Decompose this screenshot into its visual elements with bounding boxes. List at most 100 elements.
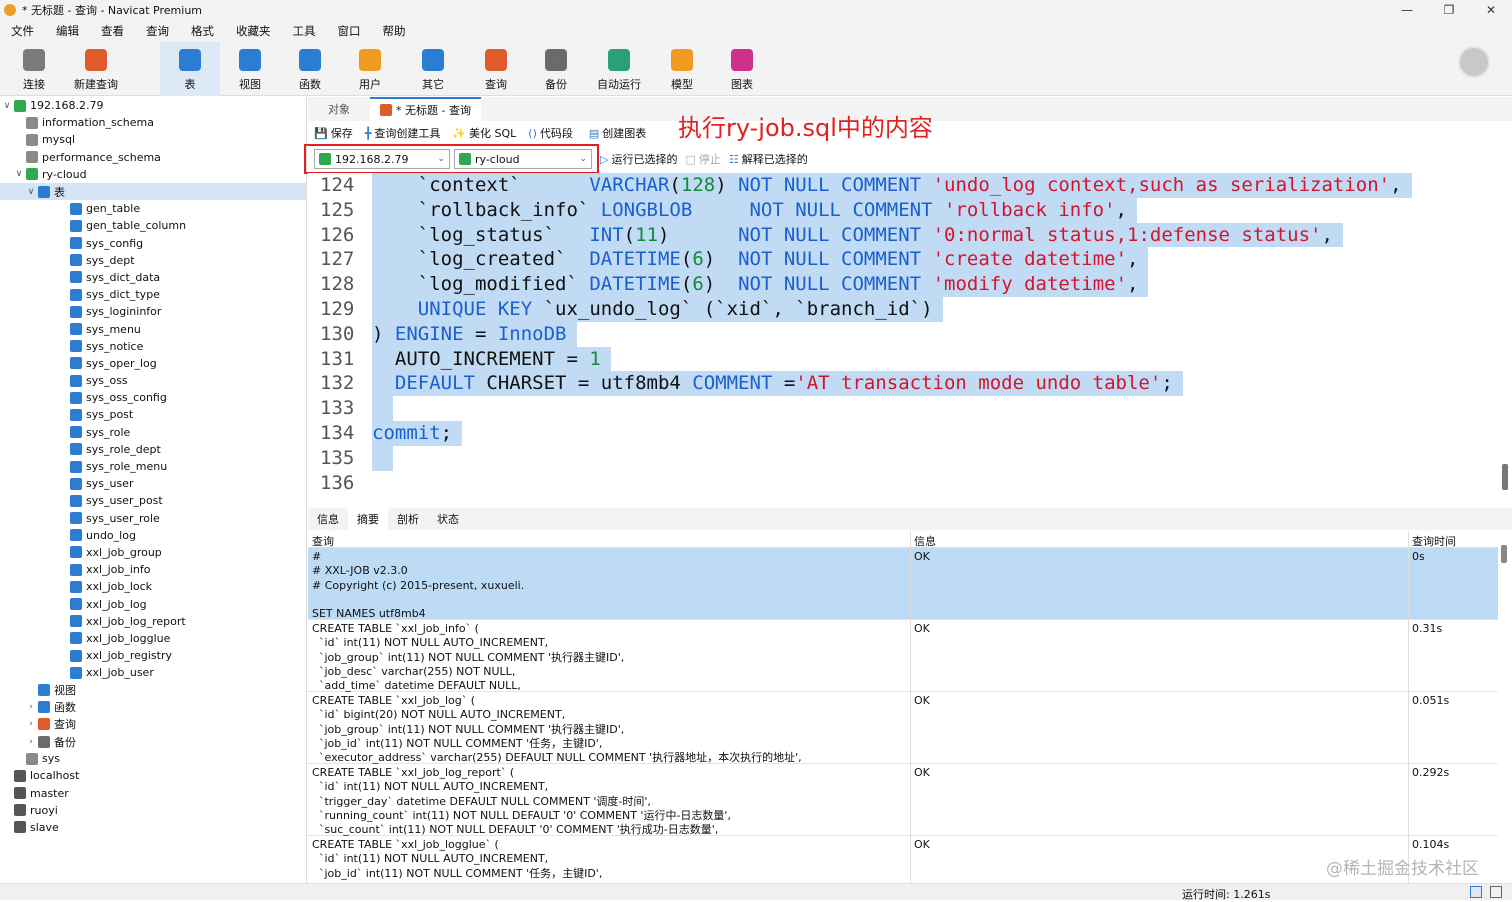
close-button[interactable]: ✕ <box>1470 0 1512 20</box>
tab-objects[interactable]: 对象 <box>308 97 370 121</box>
tree-item-28[interactable]: xxl_job_lock <box>0 578 306 595</box>
tree-item-29[interactable]: xxl_job_log <box>0 595 306 612</box>
chevron-icon[interactable]: ∨ <box>2 101 12 111</box>
result-tab-2[interactable]: 剖析 <box>388 508 428 530</box>
tree-item-27[interactable]: xxl_job_info <box>0 561 306 578</box>
editor-scrollbar[interactable] <box>1502 464 1508 490</box>
tree-item-14[interactable]: sys_notice <box>0 338 306 355</box>
toolbar-button-1[interactable]: 新建查询 <box>64 42 128 96</box>
beautify-sql-button[interactable]: ✨ 美化 SQL <box>446 125 522 141</box>
header-time[interactable]: 查询时间 <box>1412 533 1456 549</box>
create-chart-button[interactable]: ▤ 创建图表 <box>583 125 652 141</box>
tree-item-17[interactable]: sys_oss_config <box>0 389 306 406</box>
toolbar-button-11[interactable]: 图表 <box>712 42 772 96</box>
tree-item-19[interactable]: sys_role <box>0 424 306 441</box>
chevron-icon[interactable]: ∨ <box>14 169 24 179</box>
chevron-icon[interactable]: › <box>26 737 36 747</box>
tree-item-32[interactable]: xxl_job_registry <box>0 647 306 664</box>
toolbar-button-10[interactable]: 模型 <box>652 42 712 96</box>
tree-item-10[interactable]: sys_dict_data <box>0 269 306 286</box>
tree-item-38[interactable]: sys <box>0 750 306 767</box>
menu-item-4[interactable]: 格式 <box>180 23 225 39</box>
query-builder-button[interactable]: ╋ 查询创建工具 <box>359 125 447 141</box>
toolbar-button-2[interactable]: 表 <box>160 42 220 96</box>
snippet-button[interactable]: () 代码段 <box>522 125 579 141</box>
toolbar-button-5[interactable]: 用户 <box>340 42 400 96</box>
tree-item-25[interactable]: undo_log <box>0 527 306 544</box>
tree-item-26[interactable]: xxl_job_group <box>0 544 306 561</box>
tree-item-5[interactable]: ∨ 表 <box>0 182 306 201</box>
tree-item-40[interactable]: master <box>0 785 306 802</box>
menu-item-8[interactable]: 帮助 <box>372 23 417 39</box>
result-tab-1[interactable]: 摘要 <box>348 508 388 530</box>
chevron-icon[interactable]: › <box>26 719 36 729</box>
result-tab-0[interactable]: 信息 <box>308 508 348 530</box>
tree-item-12[interactable]: sys_logininfor <box>0 303 306 320</box>
toolbar-button-3[interactable]: 视图 <box>220 42 280 96</box>
tree-item-35[interactable]: › 函数 <box>0 699 306 716</box>
chevron-icon[interactable]: › <box>26 702 36 712</box>
tree-item-39[interactable]: localhost <box>0 767 306 784</box>
tab-query[interactable]: * 无标题 - 查询 <box>370 97 481 121</box>
run-selected-button[interactable]: ▷ 运行已选择的 <box>600 151 677 167</box>
sql-editor[interactable]: 124 `context` VARCHAR(128) NOT NULL COMM… <box>308 173 1512 507</box>
header-query[interactable]: 查询 <box>312 533 334 549</box>
tree-item-16[interactable]: sys_oss <box>0 372 306 389</box>
tree-item-6[interactable]: gen_table <box>0 200 306 217</box>
explain-selected-button[interactable]: ☷ 解释已选择的 <box>729 151 808 167</box>
tree-item-23[interactable]: sys_user_post <box>0 492 306 509</box>
tree-item-31[interactable]: xxl_job_logglue <box>0 630 306 647</box>
menu-item-3[interactable]: 查询 <box>135 23 180 39</box>
table-row[interactable]: CREATE TABLE `xxl_job_log_report` ( `id`… <box>308 764 1498 836</box>
menu-item-6[interactable]: 工具 <box>282 23 327 39</box>
table-row[interactable]: # # XXL-JOB v2.3.0 # Copyright (c) 2015-… <box>308 548 1498 620</box>
menu-item-1[interactable]: 编辑 <box>45 23 90 39</box>
toolbar-button-9[interactable]: 自动运行 <box>586 42 652 96</box>
tree-item-20[interactable]: sys_role_dept <box>0 441 306 458</box>
avatar[interactable] <box>1458 46 1490 78</box>
tree-item-9[interactable]: sys_dept <box>0 252 306 269</box>
tree-item-18[interactable]: sys_post <box>0 406 306 423</box>
stop-button[interactable]: □ 停止 <box>685 151 720 167</box>
table-row[interactable]: CREATE TABLE `xxl_job_logglue` ( `id` in… <box>308 836 1498 883</box>
grid-scrollbar[interactable] <box>1501 545 1507 563</box>
tree-item-30[interactable]: xxl_job_log_report <box>0 613 306 630</box>
tree-item-7[interactable]: gen_table_column <box>0 217 306 234</box>
tree-item-1[interactable]: information_schema <box>0 114 306 131</box>
tree-item-11[interactable]: sys_dict_type <box>0 286 306 303</box>
menu-item-7[interactable]: 窗口 <box>327 23 372 39</box>
minimize-button[interactable]: — <box>1386 0 1428 20</box>
chevron-icon[interactable]: ∨ <box>26 187 36 197</box>
toolbar-button-4[interactable]: 函数 <box>280 42 340 96</box>
toolbar-button-0[interactable]: 连接 <box>4 42 64 96</box>
tree-item-4[interactable]: ∨ ry-cloud <box>0 166 306 183</box>
tree-item-13[interactable]: sys_menu <box>0 320 306 337</box>
tree-item-21[interactable]: sys_role_menu <box>0 458 306 475</box>
tree-item-36[interactable]: › 查询 <box>0 716 306 733</box>
menu-item-5[interactable]: 收藏夹 <box>225 23 282 39</box>
tree-item-42[interactable]: slave <box>0 819 306 836</box>
tree-item-37[interactable]: › 备份 <box>0 733 306 750</box>
menu-item-2[interactable]: 查看 <box>90 23 135 39</box>
save-button[interactable]: 💾 保存 <box>308 125 359 141</box>
header-info[interactable]: 信息 <box>914 533 936 549</box>
result-tab-3[interactable]: 状态 <box>428 508 468 530</box>
tree-item-34[interactable]: 视图 <box>0 681 306 698</box>
tree-item-2[interactable]: mysql <box>0 131 306 148</box>
tree-item-0[interactable]: ∨ 192.168.2.79 <box>0 97 306 114</box>
tree-item-3[interactable]: performance_schema <box>0 149 306 166</box>
menu-item-0[interactable]: 文件 <box>0 23 45 39</box>
tree-item-15[interactable]: sys_oper_log <box>0 355 306 372</box>
tree-item-33[interactable]: xxl_job_user <box>0 664 306 681</box>
tree-item-22[interactable]: sys_user <box>0 475 306 492</box>
form-view-icon[interactable] <box>1490 886 1502 898</box>
maximize-button[interactable]: ❐ <box>1428 0 1470 20</box>
table-row[interactable]: CREATE TABLE `xxl_job_log` ( `id` bigint… <box>308 692 1498 764</box>
toolbar-button-8[interactable]: 备份 <box>526 42 586 96</box>
tree-item-41[interactable]: ruoyi <box>0 802 306 819</box>
grid-view-icon[interactable] <box>1470 886 1482 898</box>
tree-item-8[interactable]: sys_config <box>0 235 306 252</box>
toolbar-button-7[interactable]: 查询 <box>466 42 526 96</box>
tree-item-24[interactable]: sys_user_role <box>0 510 306 527</box>
toolbar-button-6[interactable]: 其它 <box>400 42 466 96</box>
